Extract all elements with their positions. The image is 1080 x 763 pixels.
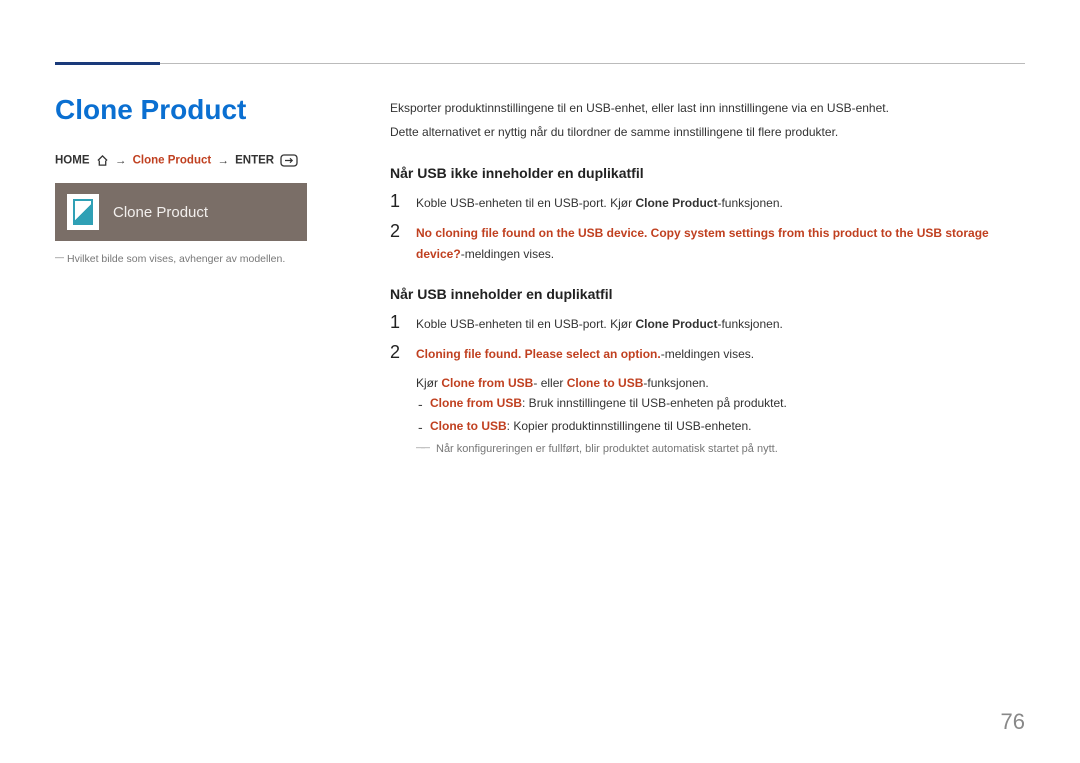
- page-root: Clone Product HOME → Clone Product → ENT…: [0, 0, 1080, 763]
- section2-heading: Når USB inneholder en duplikatfil: [390, 286, 1025, 302]
- step-number: 1: [390, 312, 416, 334]
- sub-item-clone-to-usb: Clone to USB: Kopier produktinnstillinge…: [416, 416, 1025, 436]
- intro-line2: Dette alternativet er nyttig når du tilo…: [390, 122, 1025, 142]
- clone-product-tile: Clone Product: [55, 183, 307, 241]
- page-title: Clone Product: [55, 94, 360, 126]
- breadcrumb: HOME → Clone Product → ENTER: [55, 154, 360, 167]
- step-body: No cloning file found on the USB device.…: [416, 221, 1025, 264]
- clone-product-tile-label: Clone Product: [113, 204, 208, 221]
- right-column: Eksporter produktinnstillingene til en U…: [390, 94, 1025, 467]
- header-rule: [160, 63, 1025, 64]
- section1-step2: 2 No cloning file found on the USB devic…: [390, 221, 1025, 264]
- step-body: Koble USB-enheten til en USB-port. Kjør …: [416, 191, 1025, 213]
- page-number: 76: [1001, 709, 1025, 735]
- nav-enter-text: ENTER: [235, 155, 274, 167]
- section1-heading: Når USB ikke inneholder en duplikatfil: [390, 165, 1025, 181]
- section2-step1: 1 Koble USB-enheten til en USB-port. Kjø…: [390, 312, 1025, 334]
- step-number: 1: [390, 191, 416, 213]
- left-column: Clone Product HOME → Clone Product → ENT…: [55, 94, 390, 467]
- content-row: Clone Product HOME → Clone Product → ENT…: [55, 94, 1025, 467]
- step-body: Koble USB-enheten til en USB-port. Kjør …: [416, 312, 1025, 334]
- step-number: 2: [390, 221, 416, 264]
- clone-product-tile-icon: [67, 194, 99, 230]
- home-icon: [96, 155, 109, 166]
- step-body: Cloning file found. Please select an opt…: [416, 342, 1025, 458]
- intro-line1: Eksporter produktinnstillingene til en U…: [390, 98, 1025, 118]
- nav-clone-product: Clone Product: [133, 155, 212, 167]
- header-rule-accent: [55, 62, 160, 65]
- step-number: 2: [390, 342, 416, 458]
- arrow-icon: →: [217, 155, 229, 167]
- nav-home-text: HOME: [55, 155, 90, 167]
- arrow-icon: →: [115, 155, 127, 167]
- section1-step1: 1 Koble USB-enheten til en USB-port. Kjø…: [390, 191, 1025, 213]
- enter-icon: [280, 154, 298, 167]
- left-footnote: Hvilket bilde som vises, avhenger av mod…: [55, 253, 360, 265]
- section2-step2: 2 Cloning file found. Please select an o…: [390, 342, 1025, 458]
- sub-item-clone-from-usb: Clone from USB: Bruk innstillingene til …: [416, 393, 1025, 413]
- sub-note-restart: Når konfigureringen er fullført, blir pr…: [416, 440, 1025, 459]
